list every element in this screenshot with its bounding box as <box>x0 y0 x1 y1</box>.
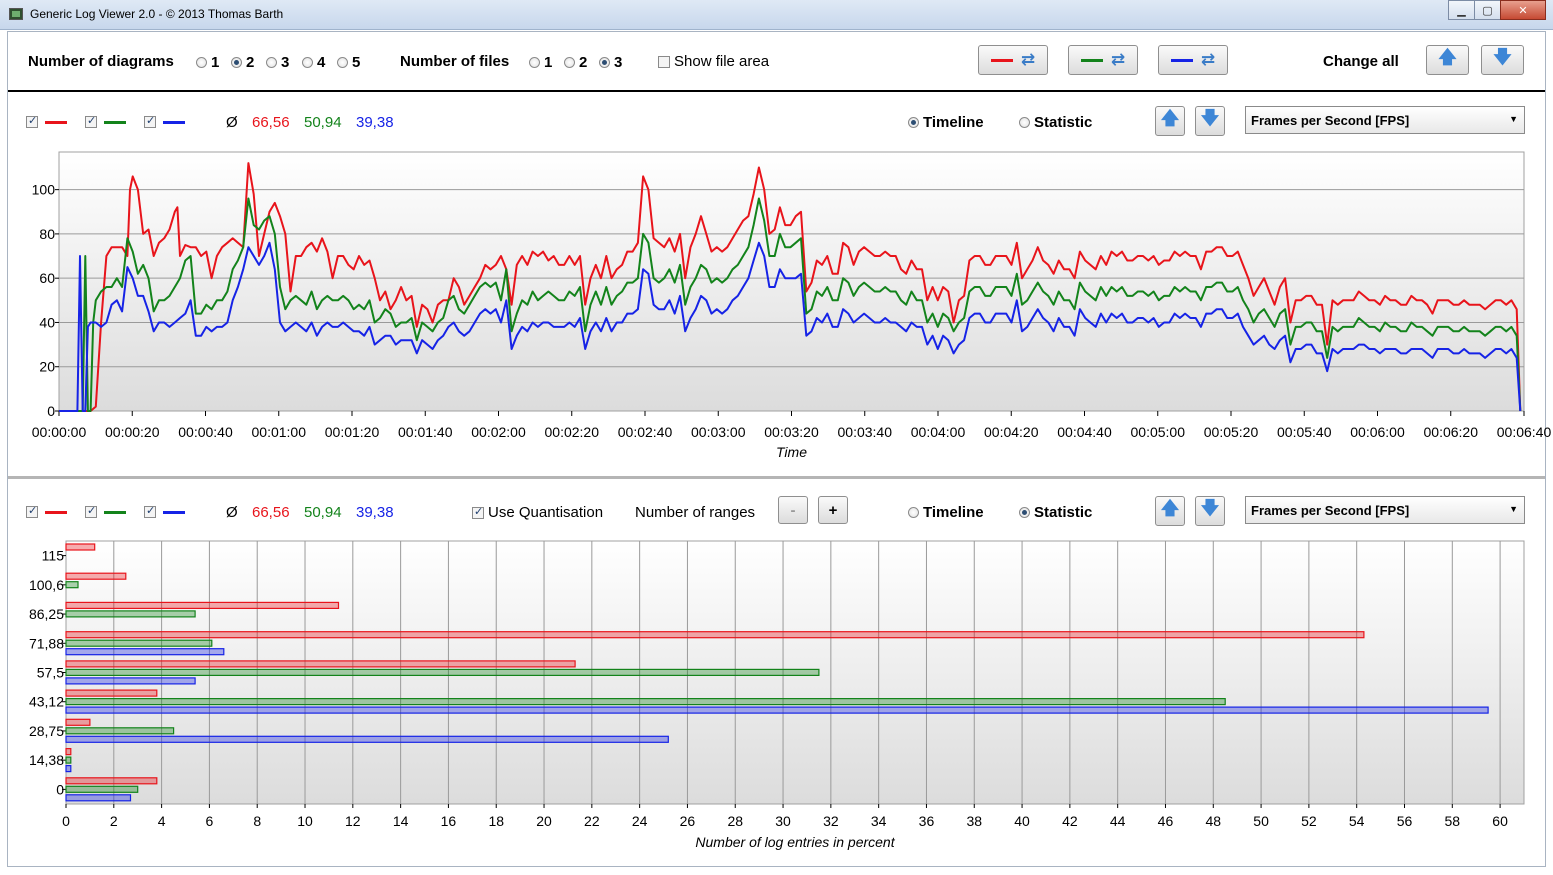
chart2-bar-blue <box>65 677 196 685</box>
chart2-x-tick-label: 46 <box>1158 813 1174 829</box>
chart2-x-tick-label: 8 <box>253 813 261 829</box>
chart2-x-axis-title: Number of log entries in percent <box>695 834 895 850</box>
chart2-x-tick-label: 44 <box>1110 813 1126 829</box>
chart2-x-tick-label: 34 <box>871 813 887 829</box>
chart2-bar-blue <box>65 706 1489 714</box>
chart2-x-tick-label: 42 <box>1062 813 1078 829</box>
chart2-y-tick-label: 71,88 <box>29 635 64 651</box>
chart2-bar-green <box>65 668 820 677</box>
chart2-x-tick-label: 14 <box>393 813 409 829</box>
chart2-x-tick-label: 36 <box>919 813 935 829</box>
chart2-y-tick-label: 43,12 <box>29 694 64 710</box>
chart2-x-tick-label: 56 <box>1397 813 1413 829</box>
chart2-bar-red <box>65 601 340 610</box>
chart2-x-tick-label: 28 <box>727 813 743 829</box>
chart2-bar-blue <box>65 648 225 656</box>
chart2-bar-red <box>65 631 1365 639</box>
chart2-bar-green <box>65 610 196 618</box>
chart2-bar-green <box>65 727 175 735</box>
chart2-bar-red <box>65 718 91 726</box>
chart2-x-tick-label: 0 <box>62 813 70 829</box>
chart2-bar-green <box>65 639 213 647</box>
chart2-y-tick-label: 115 <box>42 548 65 564</box>
chart2-bar-red <box>65 747 72 756</box>
chart2-bar-blue <box>65 764 72 773</box>
chart2-x-tick-label: 60 <box>1492 813 1508 829</box>
chart2-y-tick-label: 28,75 <box>29 723 64 739</box>
chart2-x-tick-label: 54 <box>1349 813 1365 829</box>
chart2-bar-green <box>65 785 139 793</box>
chart2-bar-blue <box>65 735 669 743</box>
chart2-x-tick-label: 10 <box>297 813 313 829</box>
chart2-bar-red <box>65 543 96 551</box>
chart2-y-tick-label: 57,5 <box>37 665 64 681</box>
chart2-x-tick-label: 2 <box>110 813 118 829</box>
chart2-x-tick-label: 58 <box>1445 813 1461 829</box>
chart2-y-tick-label: 100,6 <box>29 577 64 593</box>
chart2-y-tick-label: 86,25 <box>29 606 64 622</box>
chart2-x-tick-label: 52 <box>1301 813 1317 829</box>
chart2-bar-red <box>65 572 127 580</box>
chart2-bar-red <box>65 777 158 785</box>
chart2-bar-red <box>65 660 576 668</box>
chart2-x-tick-label: 16 <box>441 813 457 829</box>
chart2-x-tick-label: 40 <box>1014 813 1030 829</box>
chart2-x-tick-label: 6 <box>206 813 214 829</box>
chart2-x-tick-label: 20 <box>536 813 552 829</box>
chart2-x-tick-label: 38 <box>966 813 982 829</box>
chart2-x-tick-label: 12 <box>345 813 361 829</box>
chart2-bar-green <box>65 581 79 589</box>
chart2-x-tick-label: 4 <box>158 813 166 829</box>
chart2-bar-red <box>65 689 158 697</box>
chart2-x-tick-label: 48 <box>1205 813 1221 829</box>
chart2-x-tick-label: 26 <box>680 813 696 829</box>
chart2-x-tick-label: 18 <box>488 813 504 829</box>
chart2-x-tick-label: 22 <box>584 813 600 829</box>
chart2-bar-green <box>65 697 1226 706</box>
chart2-x-tick-label: 50 <box>1253 813 1269 829</box>
chart2-x-tick-label: 32 <box>823 813 839 829</box>
chart2-x-tick-label: 30 <box>775 813 791 829</box>
chart2-bar-green <box>65 756 72 764</box>
chart2-bar-blue <box>65 794 132 802</box>
chart2-y-tick-label: 14,38 <box>29 752 64 768</box>
statistic-chart: 0 2 4 6 8 10 12 14 16 18 20 22 24 26 28 30 32 34 36 38 40 42 4… <box>29 540 1525 850</box>
chart2-x-tick-label: 24 <box>632 813 648 829</box>
